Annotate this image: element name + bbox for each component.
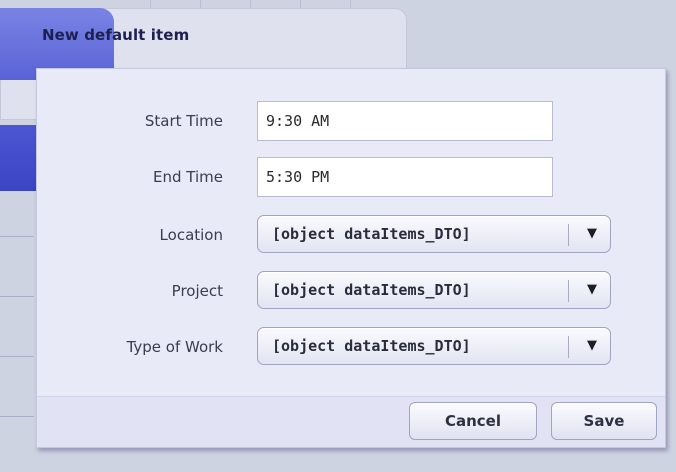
project-label: Project <box>171 282 223 300</box>
cancel-button[interactable]: Cancel <box>409 402 537 440</box>
type-of-work-label: Type of Work <box>126 338 223 356</box>
save-button[interactable]: Save <box>551 402 657 440</box>
dropdown-separator <box>568 336 569 358</box>
start-time-label: Start Time <box>144 112 223 130</box>
end-time-row: End Time <box>37 157 665 197</box>
scheduled-item-block[interactable] <box>0 125 36 191</box>
location-dropdown[interactable]: [object dataItems_DTO] ▼ <box>257 215 611 253</box>
project-row: Project [object dataItems_DTO] ▼ <box>37 271 665 311</box>
end-time-label: End Time <box>153 168 223 186</box>
grid-line <box>0 296 34 297</box>
chevron-down-icon[interactable]: ▼ <box>578 328 606 364</box>
project-selected-value: [object dataItems_DTO] <box>272 281 471 299</box>
dropdown-separator <box>568 280 569 302</box>
grid-line <box>0 356 34 357</box>
chevron-down-icon[interactable]: ▼ <box>578 216 606 252</box>
location-row: Location [object dataItems_DTO] ▼ <box>37 215 665 255</box>
item-edit-form: Start Time End Time Location [object dat… <box>36 68 666 448</box>
project-dropdown[interactable]: [object dataItems_DTO] ▼ <box>257 271 611 309</box>
grid-line <box>0 236 34 237</box>
dropdown-separator <box>568 224 569 246</box>
popup-title: New default item <box>42 26 190 44</box>
type-of-work-dropdown[interactable]: [object dataItems_DTO] ▼ <box>257 327 611 365</box>
start-time-input[interactable] <box>257 101 553 141</box>
start-time-row: Start Time <box>37 101 665 141</box>
type-of-work-selected-value: [object dataItems_DTO] <box>272 337 471 355</box>
end-time-input[interactable] <box>257 157 553 197</box>
type-of-work-row: Type of Work [object dataItems_DTO] ▼ <box>37 327 665 367</box>
location-label: Location <box>159 226 223 244</box>
location-selected-value: [object dataItems_DTO] <box>272 225 471 243</box>
grid-line <box>0 416 34 417</box>
chevron-down-icon[interactable]: ▼ <box>578 272 606 308</box>
